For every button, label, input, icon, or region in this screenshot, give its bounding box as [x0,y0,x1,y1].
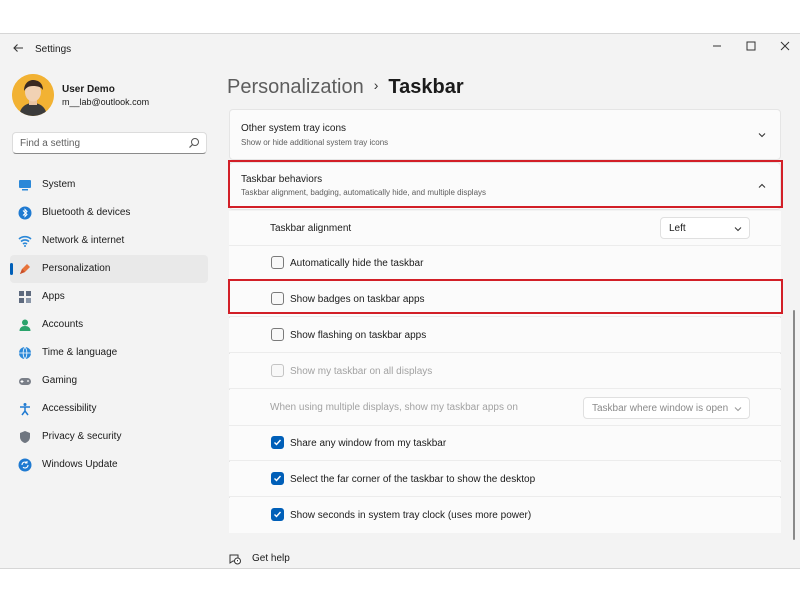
active-indicator [10,263,13,275]
sidebar-item-label: Time & language [42,347,118,358]
sidebar-item-label: Apps [42,291,65,302]
option-row-auto-hide[interactable]: Automatically hide the taskbar [229,246,781,281]
page-title: Taskbar [388,76,464,98]
sidebar-item-windows-update[interactable]: Windows Update [10,451,208,479]
accounts-icon [19,319,31,331]
multi-display-dropdown: Taskbar where window is open [583,397,750,419]
multi-display-row: When using multiple displays, show my ta… [229,390,781,426]
minimize-icon [713,45,721,47]
highlight-box-badges [228,279,783,314]
option-label: Automatically hide the taskbar [290,258,424,269]
sidebar-item-system[interactable]: System [10,171,208,199]
all-displays-checkbox [271,364,284,377]
option-label: Select the far corner of the taskbar to … [290,474,536,485]
privacy-icon [20,431,30,443]
highlight-box-behaviors [228,160,783,208]
maximize-button[interactable] [736,38,766,58]
option-label: Show flashing on taskbar apps [290,330,427,341]
multi-display-label: When using multiple displays, show my ta… [270,402,518,413]
auto-hide-checkbox[interactable] [271,256,284,269]
search-icon [189,138,199,148]
sidebar-item-label: Accessibility [42,403,97,414]
sidebar-item-label: System [42,179,76,190]
title-bar: Settings [0,34,800,64]
card-description: Show or hide additional system tray icon… [241,138,389,147]
checkmark-icon [274,475,282,482]
back-arrow-icon [13,44,23,52]
chevron-down-icon [734,227,742,232]
option-row-far-corner[interactable]: Select the far corner of the taskbar to … [229,462,781,497]
sidebar-item-bluetooth[interactable]: Bluetooth & devices [10,199,208,227]
sidebar-item-time-language[interactable]: Time & language [10,339,208,367]
time-language-icon [19,346,31,360]
option-row-share-window[interactable]: Share any window from my taskbar [229,426,781,461]
sidebar-item-gaming[interactable]: Gaming [10,367,208,395]
close-button[interactable] [770,38,800,58]
checkmark-icon [274,511,282,518]
windows-update-icon [18,458,32,472]
user-email: m__lab@outlook.com [62,97,150,107]
sidebar-item-label: Gaming [42,375,78,386]
search-input[interactable]: Find a setting [20,138,80,149]
option-row-flashing[interactable]: Show flashing on taskbar apps [229,318,781,353]
dropdown-value: Taskbar where window is open [592,403,729,414]
back-button[interactable] [10,42,26,56]
chevron-down-icon [734,407,742,412]
taskbar-alignment-dropdown[interactable]: Left [660,217,750,239]
network-icon [18,235,32,247]
sidebar-item-accessibility[interactable]: Accessibility [10,395,208,423]
option-label: Share any window from my taskbar [290,438,447,449]
close-icon [780,41,790,51]
sidebar-item-label: Network & internet [42,235,125,246]
flashing-checkbox[interactable] [271,328,284,341]
sidebar-item-label: Accounts [42,319,84,330]
sidebar-item-privacy[interactable]: Privacy & security [10,423,208,451]
sidebar-item-label: Privacy & security [42,431,122,442]
option-label: Show seconds in system tray clock (uses … [290,510,532,521]
sidebar-item-network[interactable]: Network & internet [10,227,208,255]
user-name: User Demo [62,84,115,95]
avatar[interactable] [12,74,54,116]
accessibility-icon [20,403,30,416]
tray-icons-card[interactable]: Other system tray icons Show or hide add… [229,109,781,160]
card-title: Other system tray icons [241,123,347,134]
far-corner-checkbox[interactable] [271,472,284,485]
taskbar-alignment-row: Taskbar alignment Left [229,211,781,246]
scrollbar[interactable] [793,310,795,540]
system-icon [19,180,31,191]
maximize-icon [746,41,756,51]
app-title: Settings [35,44,72,55]
sidebar-item-apps[interactable]: Apps [10,283,208,311]
personalization-icon [20,264,30,274]
get-help-link[interactable]: Get help [252,553,290,564]
gaming-icon [19,378,31,385]
breadcrumb-parent[interactable]: Personalization [227,76,364,98]
chevron-down-icon[interactable] [756,129,768,141]
option-label: Show my taskbar on all displays [290,366,433,377]
share-window-checkbox[interactable] [271,436,284,449]
taskbar-alignment-label: Taskbar alignment [270,223,352,234]
settings-window: Settings User Demo m__lab@outlook.com Fi… [0,33,800,569]
search-box[interactable]: Find a setting [12,132,207,154]
minimize-button[interactable] [702,38,732,58]
sidebar-item-personalization[interactable]: Personalization [10,255,208,283]
user-avatar-icon [12,74,54,116]
sidebar-item-label: Windows Update [42,459,118,470]
sidebar-item-accounts[interactable]: Accounts [10,311,208,339]
breadcrumb-separator: › [373,77,379,93]
breadcrumb: Personalization › Taskbar [227,76,464,99]
apps-icon [19,291,31,303]
sidebar-nav: System Bluetooth & devices Network & int… [10,171,208,479]
sidebar-item-label: Personalization [42,263,111,274]
bluetooth-icon [18,206,32,220]
option-row-all-displays: Show my taskbar on all displays [229,354,781,389]
checkmark-icon [274,439,282,446]
option-row-seconds[interactable]: Show seconds in system tray clock (uses … [229,498,781,533]
sidebar-item-label: Bluetooth & devices [42,207,131,218]
seconds-checkbox[interactable] [271,508,284,521]
help-icon [229,554,241,565]
dropdown-value: Left [669,223,686,234]
